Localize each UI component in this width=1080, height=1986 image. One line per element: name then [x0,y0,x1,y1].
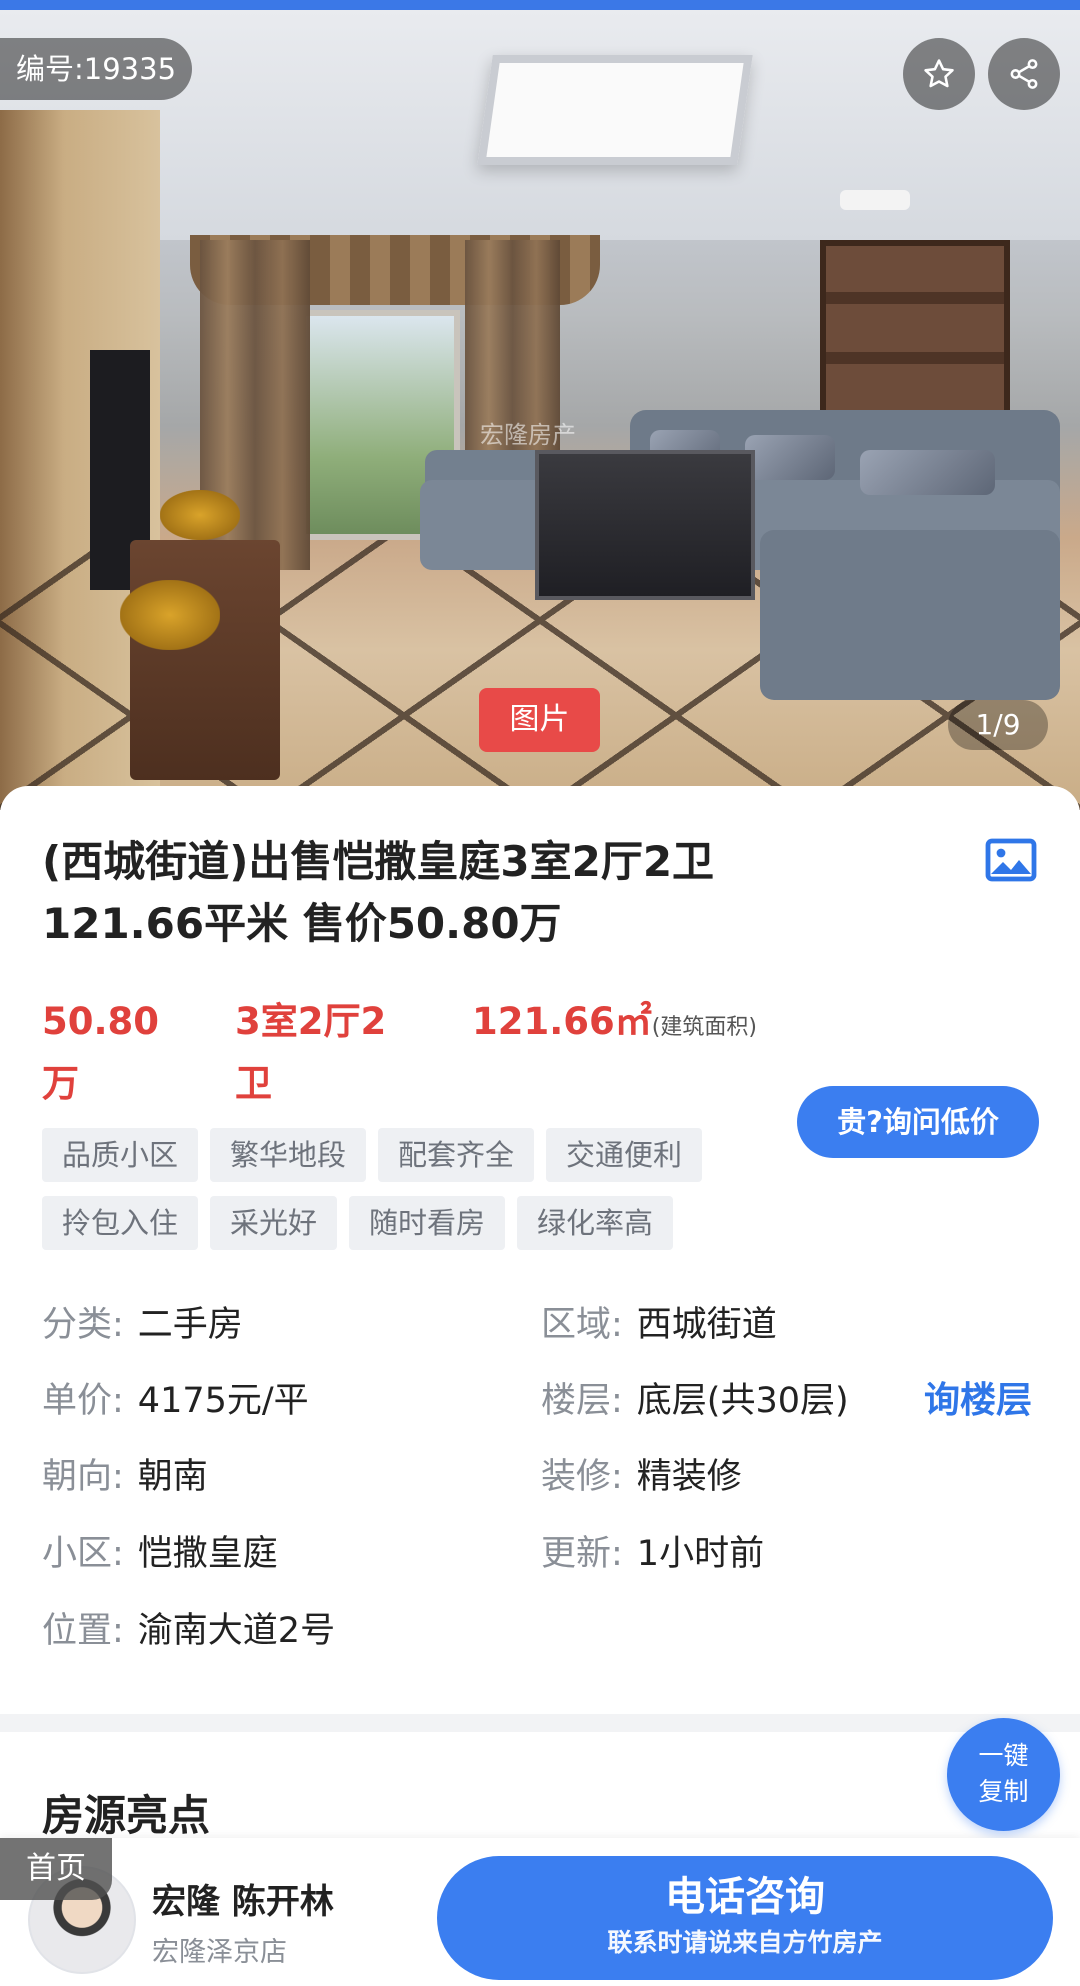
feature-tag: 配套齐全 [378,1128,535,1182]
detail-value: 渝南大道2号 [137,1611,336,1651]
photo-decor-plant [160,490,240,540]
favorite-button[interactable] [903,38,975,110]
listing-title-line2: 121.66平米 售价50.80万 [42,899,562,948]
detail-value: 二手房 [137,1305,243,1345]
star-icon [924,59,954,88]
detail-district: 区域: 西城街道 [541,1300,777,1350]
one-click-copy-button[interactable]: 一键复制 [947,1718,1060,1831]
share-button[interactable] [988,38,1060,110]
area-stat: 121.66㎡(建筑面积) [472,991,772,1059]
detail-label: 楼层: [541,1381,623,1421]
detail-updated: 更新: 1小时前 [541,1529,764,1579]
detail-location: 位置: 渝南大道2号 [42,1606,335,1656]
listing-title: (西城街道)出售恺撒皇庭3室2厅2卫 121.66平米 售价50.80万 [42,831,942,955]
detail-value: 精装修 [636,1457,742,1497]
photo-ceiling-light-small [840,190,910,210]
detail-label: 装修: [541,1457,623,1497]
ask-floor-link[interactable]: 询楼层 [924,1376,1032,1426]
top-status-strip [0,0,1080,10]
photo-counter: 1/9 [948,700,1048,750]
feature-tag: 绿化率高 [517,1196,674,1250]
agent-name: 宏隆 陈开林 [152,1882,334,1922]
photo-cabinet [820,240,1010,430]
photo-tv-stand [130,540,280,780]
call-button-label: 电话咨询 [665,1874,825,1920]
photo-pillow [860,450,995,495]
detail-value: 恺撒皇庭 [137,1534,278,1574]
feature-tag: 交通便利 [546,1128,703,1182]
price-value: 50.80万 [42,1000,160,1105]
bottom-contact-bar: 首页 宏隆 陈开林 宏隆泽京店 电话咨询 联系时请说来自方竹房产 [0,1838,1080,1986]
photo-watermark: 宏隆房产 [480,421,576,449]
photo-sofa-chaise [760,530,1060,700]
detail-value: 4175元/平 [137,1381,309,1421]
listing-id-badge: 编号:19335 [0,38,193,100]
detail-decoration: 装修: 精装修 [541,1452,742,1502]
feature-tag: 随时看房 [349,1196,506,1250]
image-icon [985,838,1037,882]
detail-value: 西城街道 [636,1305,777,1345]
detail-label: 单价: [42,1381,124,1421]
detail-label: 更新: [541,1534,623,1574]
detail-label: 朝向: [42,1457,124,1497]
photo-pillow [745,435,835,480]
feature-tags: 品质小区 繁华地段 配套齐全 交通便利拎包入住 采光好 随时看房 绿化率高 [42,1128,782,1264]
detail-orientation: 朝向: 朝南 [42,1452,208,1502]
feature-tag: 繁华地段 [210,1128,367,1182]
call-button-subtitle: 联系时请说来自方竹房产 [607,1928,883,1957]
copy-button-label: 一键复制 [978,1741,1029,1806]
feature-tag: 采光好 [210,1196,338,1250]
photo-ceiling-light [477,55,753,165]
area-value: 121.66㎡ [472,1000,652,1043]
home-tab[interactable]: 首页 [0,1838,112,1900]
listing-title-line1: (西城街道)出售恺撒皇庭3室2厅2卫 [42,837,715,886]
detail-category: 分类: 二手房 [42,1300,243,1350]
detail-label: 位置: [42,1611,124,1651]
section-divider [0,1714,1080,1732]
photo-decor-plant [120,580,220,650]
feature-tag: 拎包入住 [42,1196,199,1250]
detail-label: 分类: [42,1305,124,1345]
detail-unit-price: 单价: 4175元/平 [42,1376,309,1426]
phone-consult-button[interactable]: 电话咨询 联系时请说来自方竹房产 [437,1856,1053,1980]
detail-label: 区域: [541,1305,623,1345]
detail-label: 小区: [42,1534,124,1574]
photo-coffee-table [535,450,755,600]
photo-tab-button[interactable]: 图片 [479,688,600,752]
feature-tag: 品质小区 [42,1128,199,1182]
layout-value: 3室2厅2卫 [235,1000,387,1105]
listing-info-card: (西城街道)出售恺撒皇庭3室2厅2卫 121.66平米 售价50.80万 50.… [0,786,1080,1716]
area-unit: (建筑面积) [651,1015,757,1040]
detail-value: 朝南 [137,1457,208,1497]
ask-lower-price-button[interactable]: 贵?询问低价 [797,1086,1039,1158]
agent-store: 宏隆泽京店 [152,1937,287,1968]
detail-value: 1小时前 [636,1534,765,1574]
detail-floor: 楼层: 底层(共30层) [541,1376,849,1426]
detail-community: 小区: 恺撒皇庭 [42,1529,278,1579]
share-icon [1010,59,1038,89]
gallery-button[interactable] [985,838,1037,886]
highlights-heading: 房源亮点 [42,1791,211,1840]
detail-value: 底层(共30层) [636,1381,849,1421]
